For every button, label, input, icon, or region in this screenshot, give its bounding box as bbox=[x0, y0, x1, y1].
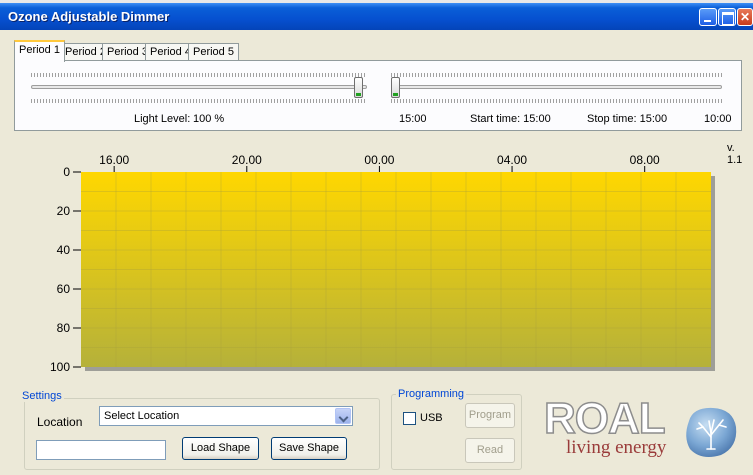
maximize-button[interactable] bbox=[718, 8, 736, 26]
location-select-value: Select Location bbox=[104, 410, 180, 422]
start-slider-time: 15:00 bbox=[399, 113, 427, 125]
load-shape-button[interactable]: Load Shape bbox=[182, 437, 259, 460]
y-tick-label: 0 bbox=[63, 165, 70, 179]
window-title: Ozone Adjustable Dimmer bbox=[8, 9, 170, 24]
roal-logo: ROAL bbox=[544, 395, 667, 441]
time-slider-thumb[interactable] bbox=[391, 77, 400, 98]
shape-name-input[interactable] bbox=[36, 440, 166, 460]
y-tick-label: 40 bbox=[57, 243, 71, 257]
usb-checkbox[interactable] bbox=[403, 412, 416, 425]
minimize-button[interactable] bbox=[699, 8, 717, 26]
tab-period-1[interactable]: Period 1 bbox=[14, 40, 65, 62]
program-button[interactable]: Program bbox=[465, 403, 515, 428]
tree-stone-icon bbox=[686, 407, 737, 457]
stop-slider-time: 10:00 bbox=[704, 113, 732, 125]
light-level-value: 100 % bbox=[193, 113, 225, 125]
light-level-ticks-bottom bbox=[31, 99, 367, 103]
tab-period-5[interactable]: Period 5 bbox=[188, 43, 239, 61]
stop-time-label: Stop time: 15:00 bbox=[587, 113, 668, 125]
location-select[interactable]: Select Location bbox=[99, 406, 353, 426]
x-tick-label: 20.00 bbox=[232, 153, 262, 167]
time-slider-track[interactable] bbox=[391, 85, 722, 89]
light-level-label: Light Level: bbox=[134, 113, 191, 125]
y-tick-label: 80 bbox=[57, 321, 71, 335]
light-level-ticks-top bbox=[31, 73, 367, 77]
logo-tagline: living energy bbox=[566, 437, 667, 458]
close-button[interactable]: ✕ bbox=[737, 8, 753, 26]
light-level-slider-thumb[interactable] bbox=[354, 77, 363, 98]
light-level-slider-track[interactable] bbox=[31, 85, 367, 89]
x-tick-label: 00.00 bbox=[364, 153, 394, 167]
usb-label: USB bbox=[420, 412, 443, 424]
light-profile-chart-svg: 0 20 40 60 80 100 16.00 20.00 00.00 04.00 08.00 bbox=[50, 153, 715, 374]
x-tick-label: 08.00 bbox=[630, 153, 660, 167]
title-bar: Ozone Adjustable Dimmer ✕ bbox=[0, 0, 753, 30]
read-button[interactable]: Read bbox=[465, 438, 515, 463]
y-tick-label: 100 bbox=[50, 360, 70, 374]
time-ticks-bottom bbox=[391, 99, 722, 103]
chevron-down-icon[interactable] bbox=[335, 408, 351, 424]
time-ticks-top bbox=[391, 73, 722, 77]
x-tick-label: 04.00 bbox=[497, 153, 527, 167]
light-profile-chart: 0 20 40 60 80 100 16.00 20.00 00.00 04.00 08.00 bbox=[33, 150, 745, 375]
x-tick-label: 16.00 bbox=[99, 153, 129, 167]
programming-title: Programming bbox=[396, 388, 467, 400]
svg-text:ROAL: ROAL bbox=[544, 395, 665, 441]
save-shape-button[interactable]: Save Shape bbox=[271, 437, 347, 460]
y-tick-label: 20 bbox=[57, 204, 71, 218]
location-label: Location bbox=[37, 415, 83, 429]
y-tick-label: 60 bbox=[57, 282, 71, 296]
settings-title: Settings bbox=[20, 390, 64, 402]
start-time-label: Start time: 15:00 bbox=[470, 113, 551, 125]
